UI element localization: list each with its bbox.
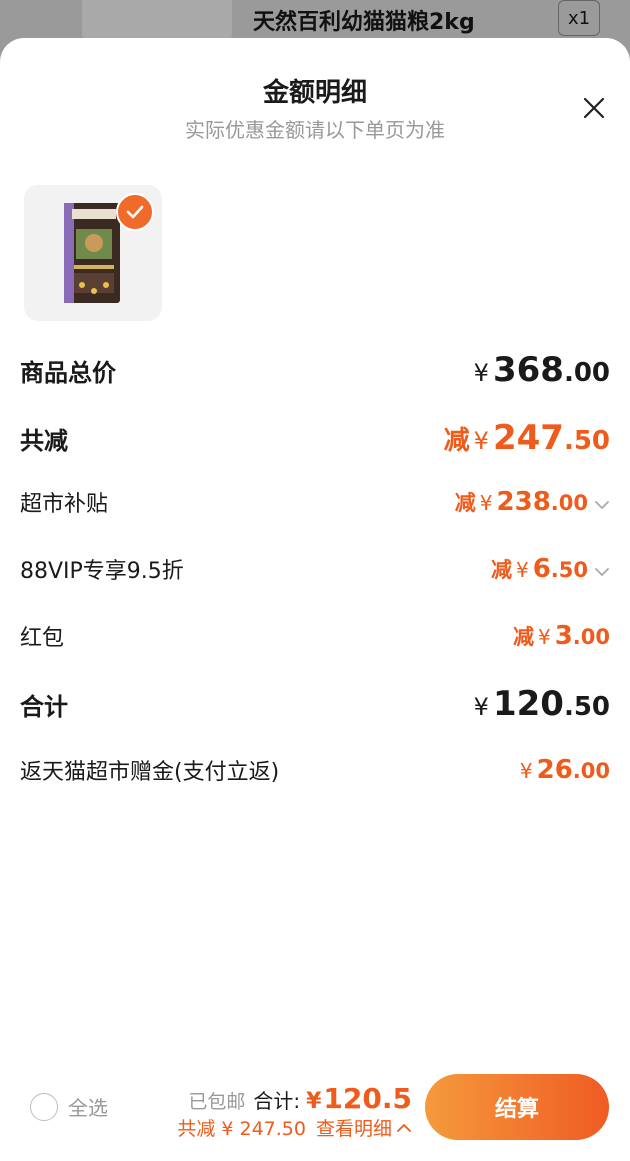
close-icon — [583, 97, 605, 119]
sheet-subtitle: 实际优惠金额请以下单页为准 — [185, 118, 445, 142]
currency-symbol: ¥ — [515, 558, 529, 582]
selected-check-icon — [116, 193, 154, 231]
amount-decimal: .00 — [572, 759, 610, 783]
amount-integer: 247 — [492, 418, 564, 458]
shipping-label: 已包邮 — [188, 1091, 246, 1113]
close-button[interactable] — [572, 86, 616, 130]
saving-summary: 共减 ¥ 247.50 查看明细 — [177, 1114, 412, 1141]
view-details-label: 查看明细 — [315, 1118, 392, 1140]
total-price-label: 商品总价 — [20, 358, 116, 387]
background-product-title: 天然百利幼猫猫粮2kg — [253, 10, 475, 35]
amount-decimal: .00 — [550, 491, 588, 515]
currency-symbol: ¥ — [473, 427, 489, 455]
view-details-link[interactable]: 查看明细 — [316, 1114, 412, 1141]
row-subtotal: 合计 ¥ 120 .50 — [20, 684, 610, 724]
total-label: 合计: — [253, 1089, 301, 1113]
discount-prefix: 减 — [443, 426, 470, 456]
amount-integer: 6 — [532, 554, 551, 584]
row-red-packet: 红包 减 ¥ 3 .00 — [20, 620, 610, 652]
amount-decimal: .00 — [563, 358, 610, 388]
total-discount-label: 共减 — [20, 426, 68, 455]
total-price-amount: ¥ 368 .00 — [474, 350, 610, 390]
row-total-discount: 共减 减 ¥ 247 .50 — [20, 418, 610, 458]
total-value: 120.5 — [323, 1082, 412, 1115]
currency-symbol: ¥ — [519, 759, 533, 783]
sheet-title: 金额明细 — [262, 78, 367, 108]
chevron-down-icon[interactable] — [594, 564, 610, 580]
row-supermarket-subsidy[interactable]: 超市补贴 减 ¥ 238 .00 — [20, 486, 610, 518]
row-total-price: 商品总价 ¥ 368 .00 — [20, 350, 610, 390]
row-vip-discount[interactable]: 88VIP专享9.5折 减 ¥ 6 .50 — [20, 553, 610, 585]
chevron-down-icon[interactable] — [594, 497, 610, 513]
red-packet-amount: 减 ¥ 3 .00 — [513, 621, 610, 651]
supermarket-subsidy-amount: 减 ¥ 238 .00 — [455, 487, 610, 517]
subtotal-amount: ¥ 120 .50 — [474, 684, 610, 724]
amount-integer: 26 — [536, 755, 573, 785]
amount-integer: 120 — [492, 684, 564, 724]
red-packet-label: 红包 — [20, 626, 65, 651]
discount-prefix: 减 — [512, 625, 534, 649]
background-product-thumbnail — [82, 0, 232, 40]
background-quantity-badge: x1 — [558, 0, 600, 36]
saving-text: 共减 ¥ 247.50 — [177, 1118, 306, 1140]
amount-decimal: .50 — [563, 692, 610, 722]
amount-integer: 3 — [554, 621, 573, 651]
amount-decimal: .50 — [550, 558, 588, 582]
discount-prefix: 减 — [490, 558, 512, 582]
currency-symbol: ¥ — [537, 625, 551, 649]
total-summary: 已包邮 合计: ¥ 120.5 — [188, 1082, 412, 1115]
amount-decimal: .50 — [563, 426, 610, 456]
select-all-toggle[interactable]: 全选 — [30, 1092, 108, 1121]
row-cashback: 返天猫超市赠金(支付立返) ¥ 26 .00 — [20, 754, 610, 786]
cashback-label: 返天猫超市赠金(支付立返) — [20, 760, 280, 785]
amount-integer: 368 — [492, 350, 564, 390]
cashback-amount: ¥ 26 .00 — [520, 755, 610, 785]
price-detail-sheet: 金额明细 实际优惠金额请以下单页为准 商品总价 ¥ 368 .00 共减 减 ¥… — [0, 38, 630, 1161]
checkout-button[interactable]: 结算 — [425, 1074, 609, 1140]
currency-symbol: ¥ — [479, 491, 493, 515]
vip-discount-amount: 减 ¥ 6 .50 — [491, 554, 610, 584]
cat-food-bag-image — [64, 203, 120, 303]
amount-integer: 238 — [496, 487, 551, 517]
vip-discount-label: 88VIP专享9.5折 — [20, 559, 184, 584]
discount-prefix: 减 — [454, 491, 476, 515]
currency-symbol: ¥ — [473, 359, 489, 387]
subtotal-label: 合计 — [20, 692, 68, 721]
product-thumbnail[interactable] — [24, 185, 162, 321]
currency-symbol: ¥ — [473, 693, 489, 721]
total-discount-amount: 减 ¥ 247 .50 — [444, 418, 610, 458]
supermarket-subsidy-label: 超市补贴 — [20, 492, 109, 517]
amount-decimal: .00 — [572, 625, 610, 649]
select-all-label: 全选 — [68, 1096, 108, 1120]
total-currency: ¥ — [306, 1089, 322, 1114]
chevron-up-icon — [397, 1123, 411, 1132]
select-all-radio[interactable] — [30, 1092, 58, 1121]
